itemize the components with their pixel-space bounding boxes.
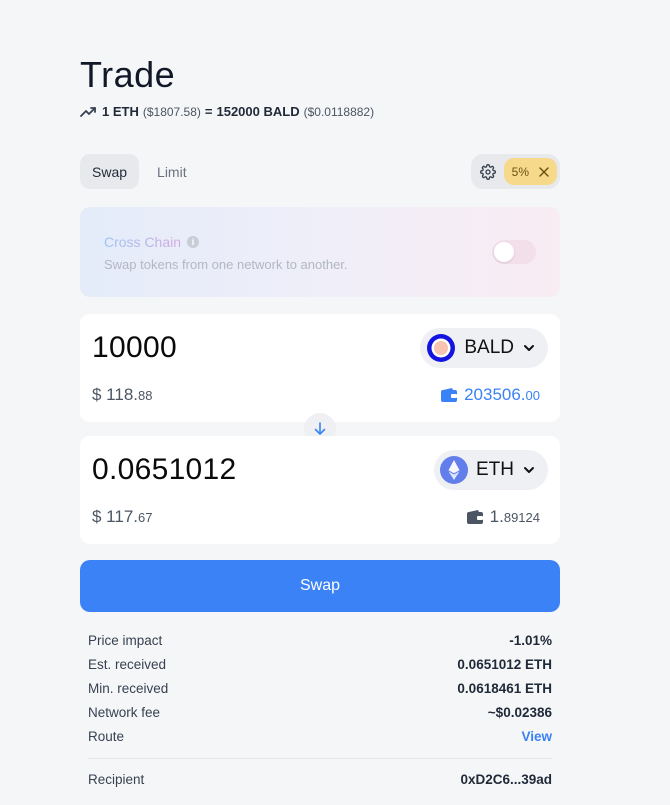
to-token-selector[interactable]: ETH	[434, 450, 548, 490]
detail-row-recipient: Recipient 0xD2C6...39ad	[88, 767, 552, 791]
from-usd-dec: 88	[138, 388, 153, 403]
cross-chain-title-text: Cross Chain	[104, 234, 182, 250]
detail-value: 0.0618461 ETH	[457, 680, 552, 696]
from-usd-int: $ 118.	[92, 385, 139, 404]
trend-up-icon	[80, 106, 96, 117]
wallet-icon	[466, 510, 483, 524]
gear-icon[interactable]	[479, 163, 496, 180]
from-balance[interactable]: 203506.00	[440, 385, 540, 405]
detail-row-network-fee: Network fee ~$0.02386	[88, 700, 552, 724]
from-balance-dec: 00	[525, 388, 540, 403]
settings-group: 5%	[470, 154, 560, 189]
rate-right-amount: 152000 BALD	[216, 104, 300, 119]
detail-value: 0.0651012 ETH	[457, 656, 552, 672]
detail-value: -1.01%	[509, 632, 552, 648]
from-token-card: 10000 BALD $ 118.88 203506.00	[80, 314, 560, 422]
arrow-down-icon	[314, 422, 326, 435]
exchange-rate: 1 ETH ($1807.58) = 152000 BALD ($0.01188…	[80, 104, 374, 119]
route-view-link[interactable]: View	[521, 729, 552, 744]
rate-right-usd: ($0.0118882)	[303, 104, 375, 119]
cross-chain-card: Cross Chain i Swap tokens from one netwo…	[80, 207, 560, 297]
close-icon[interactable]	[539, 166, 549, 177]
page-title: Trade	[80, 54, 176, 95]
cross-chain-title: Cross Chain i	[104, 234, 200, 250]
info-icon[interactable]: i	[187, 236, 200, 248]
to-token-symbol: ETH	[476, 459, 514, 480]
tab-swap[interactable]: Swap	[80, 154, 140, 189]
slippage-badge[interactable]: 5%	[503, 158, 557, 185]
to-amount-input[interactable]: 0.0651012	[92, 453, 237, 487]
trade-tabs: Swap Limit	[80, 154, 199, 189]
detail-row-price-impact: Price impact -1.01%	[88, 628, 552, 652]
from-token-symbol: BALD	[464, 337, 514, 358]
from-token-selector[interactable]: BALD	[420, 328, 548, 368]
detail-label: Recipient	[88, 771, 145, 787]
trade-details: Price impact -1.01% Est. received 0.0651…	[88, 628, 552, 791]
detail-row-min-received: Min. received 0.0618461 ETH	[88, 676, 552, 700]
swap-button[interactable]: Swap	[80, 560, 560, 612]
to-usd-int: $ 117.	[92, 507, 139, 526]
detail-row-est-received: Est. received 0.0651012 ETH	[88, 652, 552, 676]
to-usd-value: $ 117.67	[92, 507, 152, 527]
toggle-knob	[494, 242, 514, 262]
recipient-address: 0xD2C6...39ad	[460, 771, 552, 787]
cross-chain-subtitle: Swap tokens from one network to another.	[104, 257, 348, 272]
slippage-value: 5%	[511, 164, 529, 179]
chevron-down-icon	[524, 345, 534, 351]
wallet-icon	[441, 388, 458, 402]
eth-token-icon	[440, 456, 468, 484]
detail-label: Network fee	[88, 704, 161, 720]
divider	[88, 758, 552, 759]
to-usd-dec: 67	[138, 510, 153, 525]
rate-left-usd: ($1807.58)	[142, 104, 201, 119]
rate-equals: =	[204, 104, 213, 119]
tab-limit[interactable]: Limit	[145, 154, 199, 189]
from-usd-value: $ 118.88	[92, 385, 152, 405]
detail-value: ~$0.02386	[487, 704, 552, 720]
detail-row-route: Route View	[88, 724, 552, 748]
to-balance-int: 1.	[489, 507, 504, 526]
from-balance-int: 203506.	[464, 385, 526, 404]
cross-chain-toggle[interactable]	[492, 240, 536, 264]
detail-label: Price impact	[88, 632, 163, 648]
bald-token-icon	[427, 334, 456, 362]
detail-label: Route	[88, 728, 125, 744]
rate-left-amount: 1 ETH	[102, 104, 139, 119]
chevron-down-icon	[524, 467, 534, 473]
detail-label: Est. received	[88, 656, 167, 672]
from-amount-input[interactable]: 10000	[92, 331, 177, 365]
to-balance-dec: 89124	[503, 510, 540, 525]
to-token-card: 0.0651012 ETH $ 117.67 1.89124	[80, 436, 560, 544]
to-balance[interactable]: 1.89124	[466, 507, 540, 527]
detail-label: Min. received	[88, 680, 169, 696]
